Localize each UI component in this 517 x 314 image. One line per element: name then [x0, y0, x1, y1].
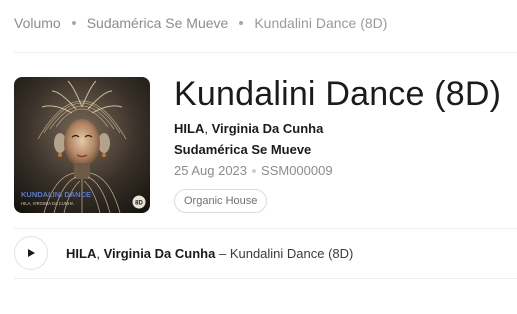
- genre-tag[interactable]: Organic House: [174, 189, 268, 213]
- dot-icon: [252, 168, 257, 173]
- track-dash: –: [218, 246, 227, 261]
- breadcrumb-separator-icon: [71, 21, 76, 25]
- release-label-link[interactable]: Sudamérica Se Mueve: [174, 142, 311, 157]
- release-title: Kundalini Dance (8D): [174, 75, 502, 113]
- cover-artwork-icon: KUNDALINI DANCE HILA, VIRGINIA DA CUNHA …: [14, 77, 150, 213]
- cover-corner-badge: 8D: [135, 201, 143, 207]
- release-meta: 25 Aug 2023 SSM000009: [174, 163, 333, 178]
- header-divider: [14, 52, 517, 53]
- breadcrumb-item-current: Kundalini Dance (8D): [254, 15, 388, 31]
- track-artist-link[interactable]: Virginia Da Cunha: [104, 246, 216, 261]
- tracklist-bottom-divider: [14, 278, 517, 279]
- track-row[interactable]: HILA, Virginia Da Cunha – Kundalini Danc…: [66, 246, 353, 261]
- breadcrumb-item-label[interactable]: Sudamérica Se Mueve: [87, 15, 229, 31]
- artist-separator: ,: [204, 121, 208, 136]
- tracklist-top-divider: [14, 228, 517, 229]
- release-date: 25 Aug 2023: [174, 163, 248, 178]
- breadcrumb-separator-icon: [239, 21, 244, 25]
- track-artist-separator: ,: [96, 246, 100, 261]
- catalog-number: SSM000009: [261, 163, 333, 178]
- breadcrumb: Volumo Sudamérica Se Mueve Kundalini Dan…: [14, 15, 387, 31]
- play-icon: [28, 249, 35, 257]
- release-artists: HILA, Virginia Da Cunha: [174, 121, 323, 136]
- breadcrumb-item-volumo[interactable]: Volumo: [14, 15, 61, 31]
- track-name: Kundalini Dance (8D): [229, 246, 354, 261]
- play-button[interactable]: [14, 236, 48, 270]
- cover-artists-text: HILA, VIRGINIA DA CUNHA: [21, 201, 74, 206]
- artist-link[interactable]: Virginia Da Cunha: [212, 121, 324, 136]
- track-artist-link[interactable]: HILA: [66, 246, 96, 261]
- release-cover-art: KUNDALINI DANCE HILA, VIRGINIA DA CUNHA …: [14, 77, 150, 213]
- artist-link[interactable]: HILA: [174, 121, 204, 136]
- cover-title-text: KUNDALINI DANCE: [21, 190, 91, 199]
